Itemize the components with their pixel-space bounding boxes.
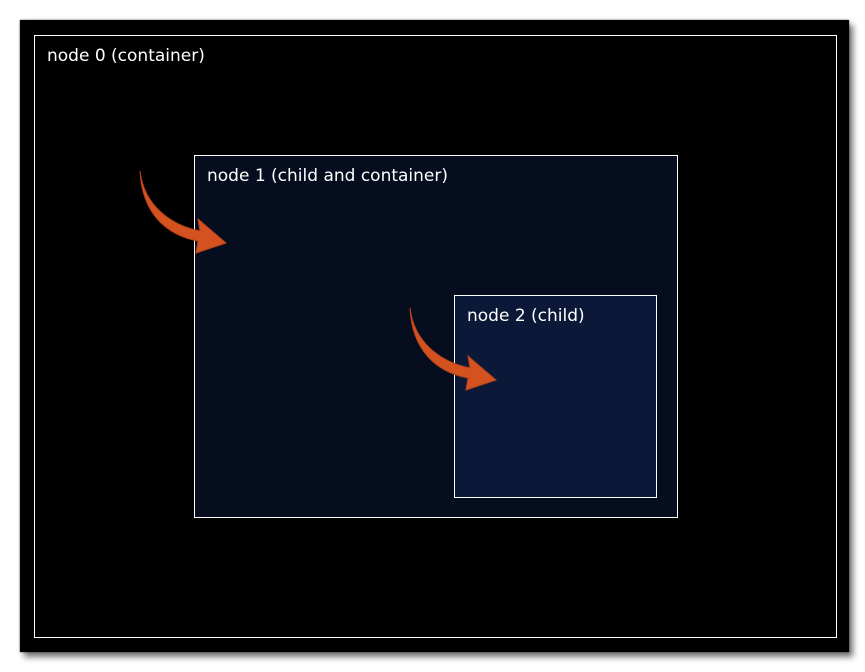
curved-arrow-icon-node-1 <box>139 170 227 254</box>
node-1-label: node 1 (child and container) <box>207 166 449 186</box>
node-0-label: node 0 (container) <box>47 46 205 66</box>
diagram-frame: node 0 (container) node 1 (child and con… <box>20 20 849 652</box>
curved-arrow-icon-node-2 <box>409 307 497 391</box>
